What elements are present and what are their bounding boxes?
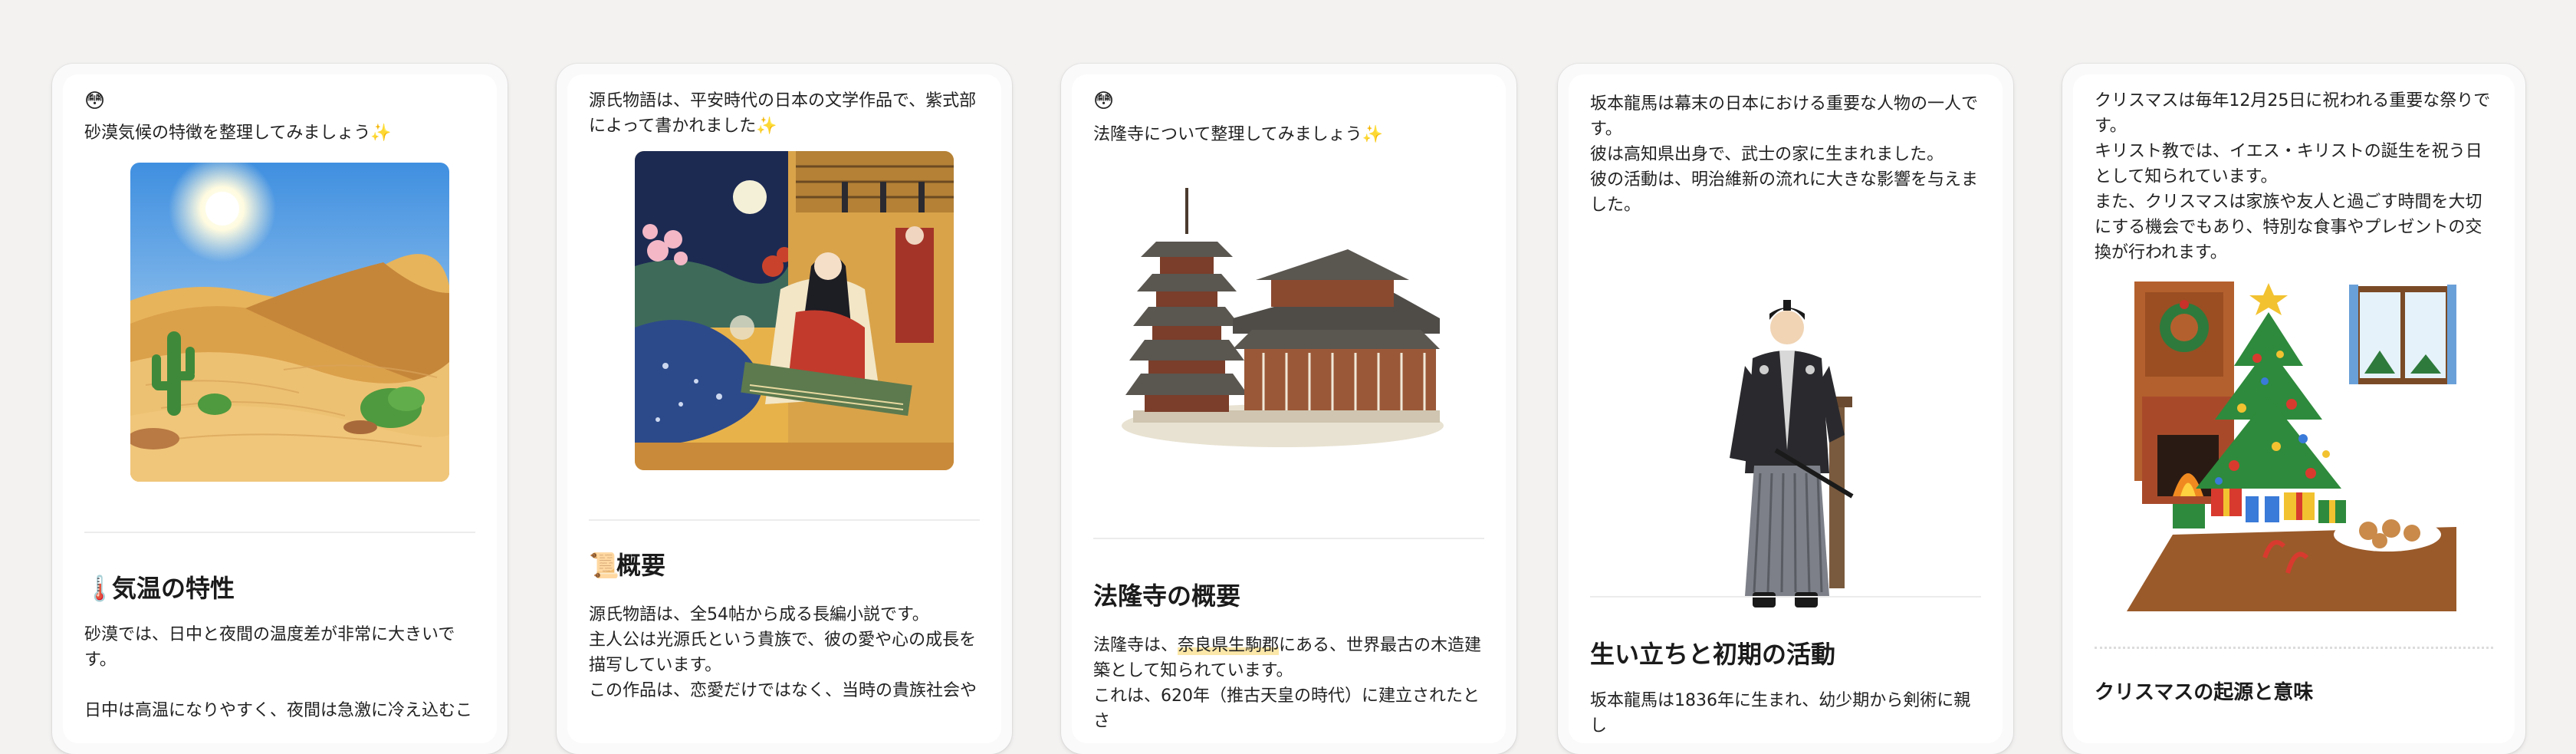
intro-line: 彼の活動は、明治維新の流れに大きな影響を与えま [1590, 170, 1979, 189]
intro-line: によって書かれました✨ [589, 117, 777, 136]
thermometer-icon: 🌡️ [84, 574, 115, 603]
intro-text: 源氏物語は、平安時代の日本の文学作品で、紫式部 によって書かれました✨ [589, 88, 980, 139]
heading-text: 気温の特性 [112, 574, 235, 603]
heading-text: 法隆寺の概要 [1093, 581, 1241, 611]
heian-lady-koto-illustration[interactable] [635, 151, 954, 470]
body-line: 法隆寺は、奈良県生駒郡にある、世界最古の木造建 [1093, 636, 1482, 655]
card-content: クリスマスは毎年12月25日に祝われる重要な祭りで す。 キリスト教では、イエス… [2073, 74, 2515, 743]
section-body: 法隆寺は、奈良県生駒郡にある、世界最古の木造建 築として知られています。 これは… [1093, 633, 1487, 734]
face-emoji-icon: 😳 [1093, 90, 1115, 113]
intro-text: 坂本龍馬は幕末の日本における重要な人物の一人で す。 彼は高知県出身で、武士の家… [1590, 91, 1981, 218]
intro-line: キリスト教では、イエス・キリストの誕生を祝う日 [2095, 142, 2482, 161]
intro-text: クリスマスは毎年12月25日に祝われる重要な祭りで す。 キリスト教では、イエス… [2095, 88, 2493, 265]
body-line: 主人公は光源氏という貴族で、彼の愛や心の成長を [589, 631, 977, 650]
intro-line: す。 [1590, 120, 1622, 139]
section-body: 源氏物語は、全54帖から成る長編小説です。 主人公は光源氏という貴族で、彼の愛や… [589, 602, 983, 703]
card-content: 😳 法隆寺について整理してみましょう✨ 法隆寺の概要 法隆寺は、奈良県生駒郡にあ… [1072, 74, 1506, 743]
desert-illustration[interactable] [130, 163, 449, 482]
card-content: 源氏物語は、平安時代の日本の文学作品で、紫式部 によって書かれました✨ 📜概要 … [567, 74, 1001, 743]
chat-card-christmas[interactable]: クリスマスは毎年12月25日に祝われる重要な祭りで す。 キリスト教では、イエス… [2062, 64, 2525, 754]
card-content: 坂本龍馬は幕末の日本における重要な人物の一人で す。 彼は高知県出身で、武士の家… [1569, 74, 2003, 743]
section-divider [2095, 647, 2493, 649]
section-body: 坂本龍馬は1836年に生まれ、幼少期から剣術に親し [1590, 688, 1984, 739]
body-line: この作品は、恋愛だけではなく、当時の貴族社会や [589, 681, 978, 700]
chat-card-ryoma[interactable]: 坂本龍馬は幕末の日本における重要な人物の一人で す。 彼は高知県出身で、武士の家… [1558, 64, 2013, 754]
intro-line: 法隆寺について整理してみましょう✨ [1093, 125, 1384, 144]
chat-card-genji[interactable]: 源氏物語は、平安時代の日本の文学作品で、紫式部 によって書かれました✨ 📜概要 … [557, 64, 1012, 754]
intro-line: クリスマスは毎年12月25日に祝われる重要な祭りで [2095, 91, 2491, 110]
heading-text: 概要 [616, 551, 666, 580]
section-body: 砂漠では、日中と夜間の温度差が非常に大きいです。 日中は高温になりやすく、夜間は… [84, 622, 478, 723]
heading-text: 生い立ちと初期の活動 [1590, 640, 1836, 669]
card-content: 😳 砂漠気候の特徴を整理してみましょう✨ 🌡️気温の特性 砂漠では、日中と夜間の… [63, 74, 497, 743]
samurai-ryoma-illustration[interactable] [1707, 297, 1875, 619]
intro-line: した。 [1590, 196, 1641, 215]
body-line [84, 673, 478, 698]
intro-line: 砂漠気候の特徴を整理してみましょう✨ [84, 123, 392, 143]
body-line: これは、620年（推古天皇の時代）に建立されたとさ [1093, 687, 1480, 731]
christmas-tree-illustration[interactable] [2127, 282, 2456, 611]
intro-text: 法隆寺について整理してみましょう✨ [1093, 122, 1484, 147]
section-heading: 法隆寺の概要 [1093, 579, 1490, 613]
section-heading: 生い立ちと初期の活動 [1590, 637, 1987, 671]
intro-text: 砂漠気候の特徴を整理してみましょう✨ [84, 120, 475, 146]
section-divider [1590, 596, 1981, 598]
section-heading: 📜概要 [589, 548, 986, 582]
intro-line: にする機会でもあり、特別な食事やプレゼントの交 [2095, 218, 2482, 237]
chat-card-desert[interactable]: 😳 砂漠気候の特徴を整理してみましょう✨ 🌡️気温の特性 砂漠では、日中と夜間の… [52, 64, 508, 754]
intro-line: また、クリスマスは家族や友人と過ごす時間を大切 [2095, 193, 2482, 212]
body-line: 築として知られています。 [1093, 661, 1293, 680]
intro-line: として知られています。 [2095, 167, 2278, 186]
body-line: 坂本龍馬は1836年に生まれ、幼少期から剣術に親し [1590, 691, 1971, 736]
intro-line: す。 [2095, 117, 2127, 136]
intro-line: 坂本龍馬は幕末の日本における重要な人物の一人で [1590, 94, 1979, 114]
intro-line: 源氏物語は、平安時代の日本の文学作品で、紫式部 [589, 91, 977, 110]
highlighted-place: 奈良県生駒郡 [1178, 636, 1280, 655]
section-heading: クリスマスの起源と意味 [2095, 676, 2499, 710]
intro-line: 彼は高知県出身で、武士の家に生まれました。 [1590, 145, 1944, 164]
body-line: 源氏物語は、全54帖から成る長編小説です。 [589, 605, 929, 624]
horyuji-temple-illustration[interactable] [1118, 188, 1447, 449]
section-divider [84, 532, 475, 533]
section-divider [1093, 538, 1484, 539]
body-line: 砂漠では、日中と夜間の温度差が非常に大きいです。 [84, 625, 455, 670]
face-emoji-icon: 😳 [84, 90, 106, 113]
chat-card-horyuji[interactable]: 😳 法隆寺について整理してみましょう✨ 法隆寺の概要 法隆寺は、奈良県生駒郡にあ… [1061, 64, 1516, 754]
heading-text: クリスマスの起源と意味 [2095, 681, 2314, 704]
section-heading: 🌡️気温の特性 [84, 571, 481, 605]
body-line: 描写しています。 [589, 656, 722, 675]
section-divider [589, 519, 980, 521]
intro-line: 換が行われます。 [2095, 243, 2227, 262]
scroll-icon: 📜 [589, 551, 619, 580]
